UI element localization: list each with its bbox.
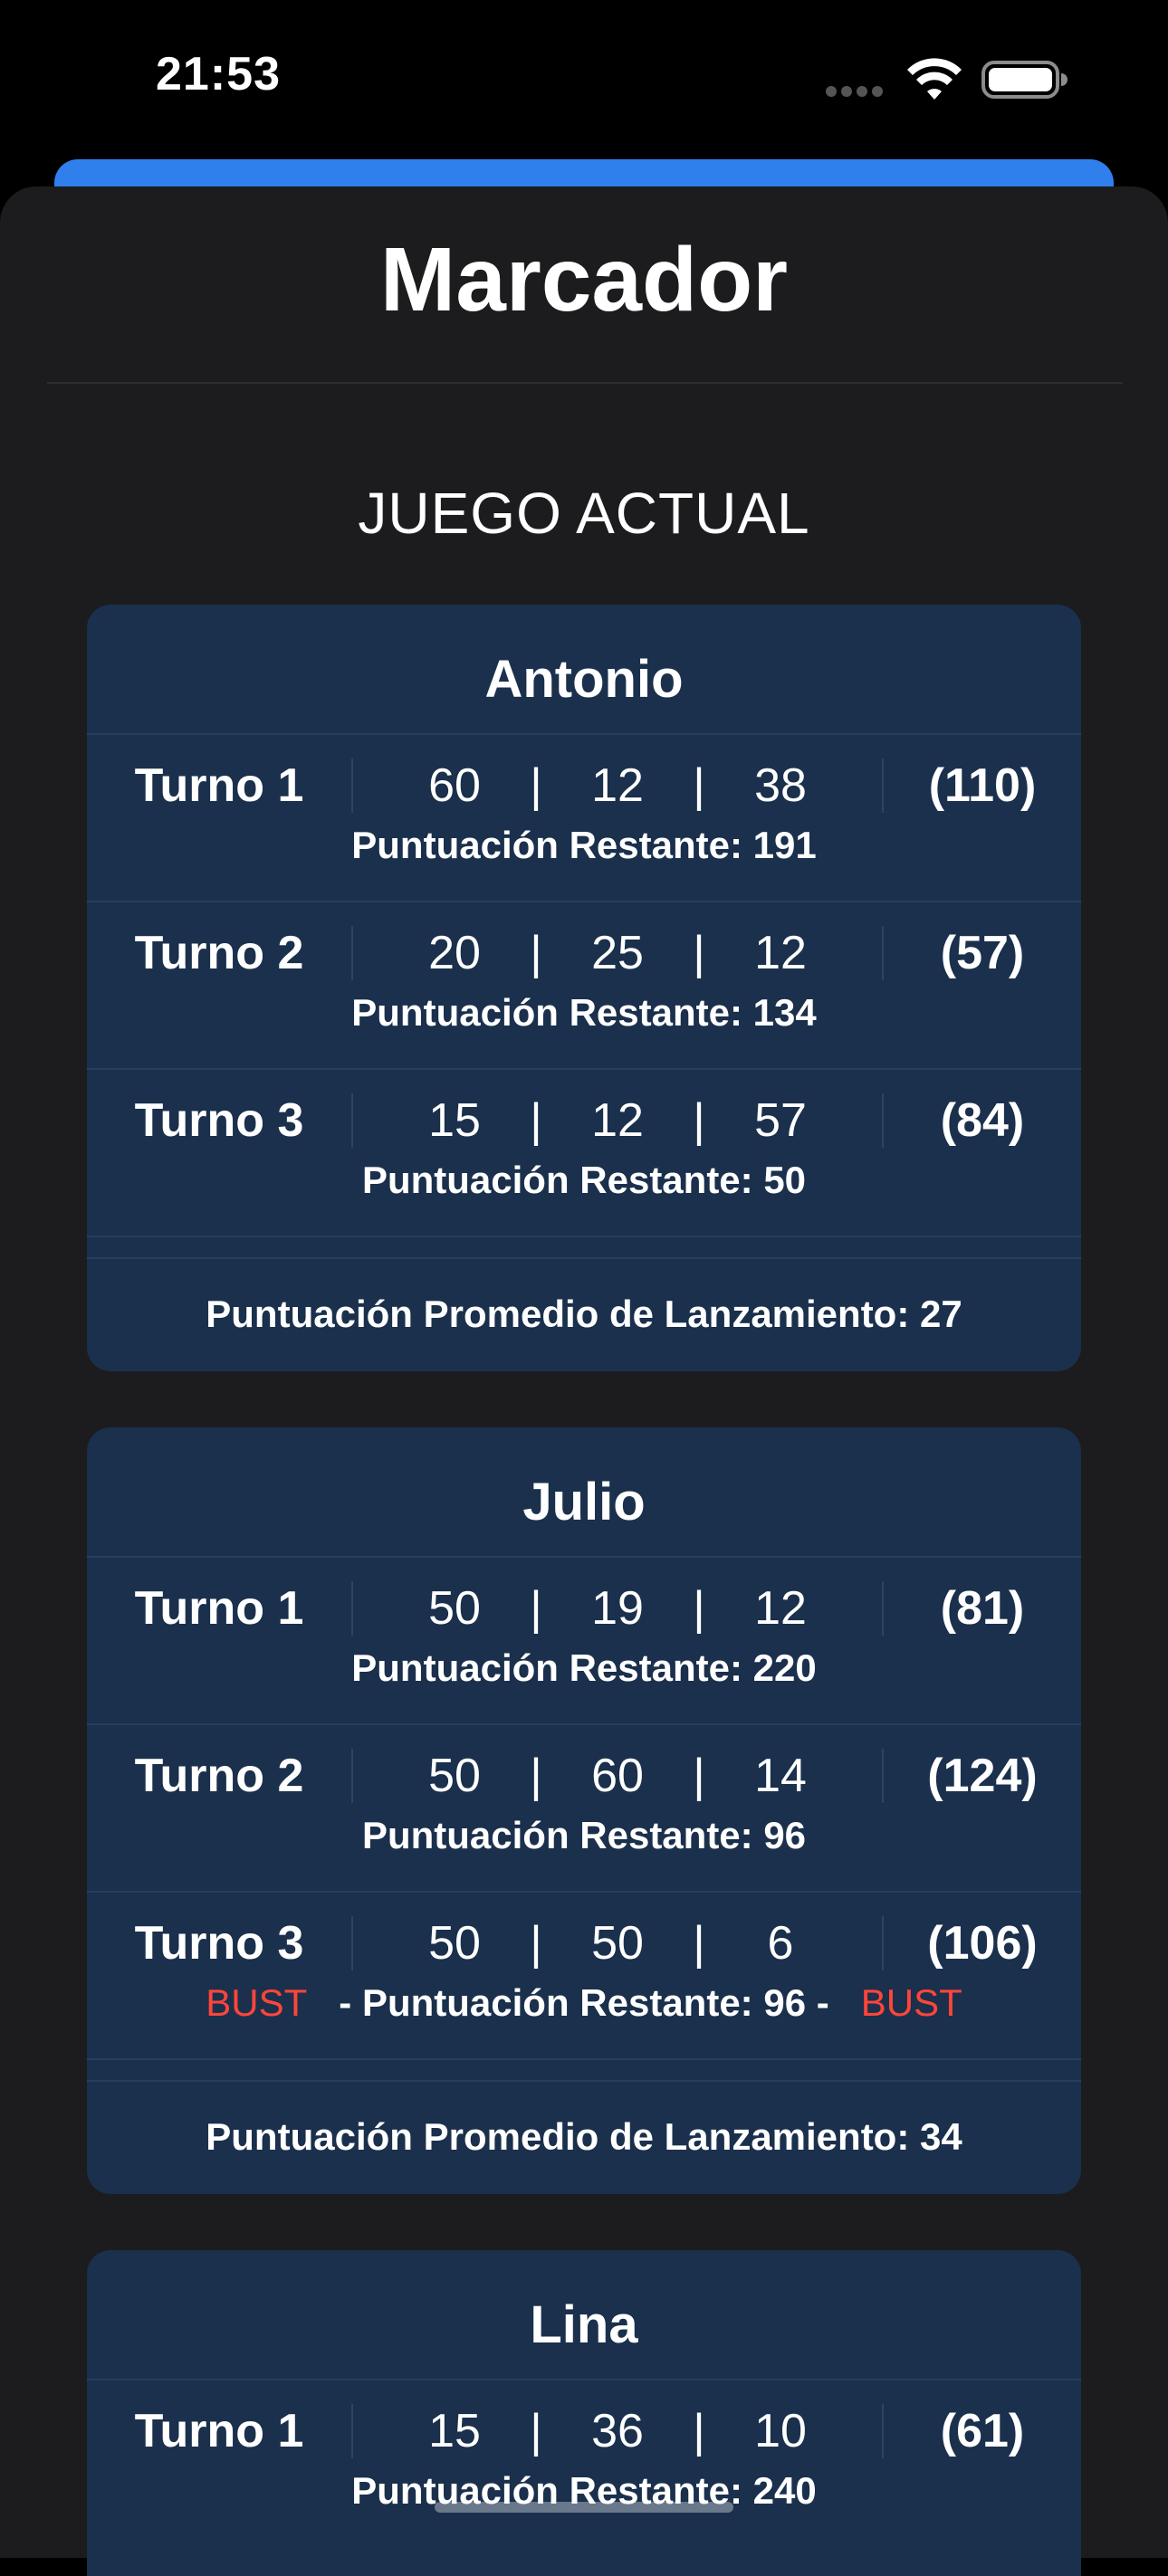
player-card-julio: Julio Turno 1 50 | 19 | 12 (81) Puntuaci… bbox=[87, 1427, 1081, 2194]
scoreboard-sheet[interactable]: Marcador JUEGO ACTUAL Antonio Turno 1 60… bbox=[0, 186, 1168, 2576]
dart-scores: 60 | 12 | 38 bbox=[353, 758, 882, 813]
dart-score: 19 bbox=[591, 1582, 644, 1635]
score-separator: | bbox=[530, 2405, 542, 2457]
turn-row: Turno 2 20 | 25 | 12 (57) Puntuación Res… bbox=[87, 902, 1081, 1070]
dart-score: 12 bbox=[754, 927, 807, 979]
turn-total: (81) bbox=[940, 1582, 1025, 1635]
score-separator: | bbox=[693, 927, 705, 979]
dart-score: 15 bbox=[428, 2405, 481, 2457]
player-name: Lina bbox=[87, 2250, 1081, 2380]
turn-row: Turno 1 60 | 12 | 38 (110) Puntuación Re… bbox=[87, 735, 1081, 902]
turn-label: Turno 1 bbox=[134, 759, 304, 812]
dart-score: 10 bbox=[754, 2405, 807, 2457]
remaining-score: Puntuación Restante: 96 bbox=[361, 1814, 807, 1856]
player-card-lina: Lina Turno 1 15 | 36 | 10 (61) Puntuació… bbox=[87, 2250, 1081, 2576]
turn-label: Turno 3 bbox=[134, 1917, 304, 1970]
remaining-score: Puntuación Restante: 220 bbox=[351, 1646, 817, 1689]
player-name: Antonio bbox=[87, 605, 1081, 735]
home-indicator[interactable] bbox=[435, 2502, 733, 2513]
dart-score: 60 bbox=[428, 759, 481, 812]
turn-label: Turno 2 bbox=[134, 1750, 304, 1802]
cellular-signal-icon bbox=[826, 85, 889, 98]
score-separator: | bbox=[530, 1094, 542, 1147]
dart-score: 6 bbox=[767, 1917, 794, 1970]
turn-row: Turno 2 50 | 60 | 14 (124) Puntuación Re… bbox=[87, 1725, 1081, 1893]
turn-total: (84) bbox=[940, 1094, 1025, 1147]
dart-scores: 50 | 60 | 14 bbox=[353, 1749, 882, 1803]
status-time: 21:53 bbox=[156, 48, 281, 100]
remaining-score: - Puntuación Restante: 96 - bbox=[339, 1981, 829, 2024]
dart-score: 50 bbox=[428, 1750, 481, 1802]
remaining-score-bust: BUST - Puntuación Restante: 96 - BUST bbox=[87, 1981, 1081, 2025]
row-divider bbox=[87, 2060, 1081, 2082]
row-divider bbox=[87, 1237, 1081, 1259]
dart-scores: 50 | 50 | 6 bbox=[353, 1916, 882, 1970]
dart-score: 12 bbox=[591, 1094, 644, 1147]
score-separator: | bbox=[693, 1750, 705, 1802]
average-score: Puntuación Promedio de Lanzamiento: 27 bbox=[206, 1293, 962, 1335]
dart-score: 38 bbox=[754, 759, 807, 812]
turn-total: (106) bbox=[927, 1917, 1038, 1970]
dart-score: 25 bbox=[591, 927, 644, 979]
battery-icon bbox=[981, 61, 1067, 99]
score-separator: | bbox=[693, 2405, 705, 2457]
turn-label: Turno 3 bbox=[134, 1094, 304, 1147]
score-separator: | bbox=[530, 759, 542, 812]
dart-score: 50 bbox=[428, 1582, 481, 1635]
status-bar: 21:53 bbox=[0, 0, 1168, 163]
score-separator: | bbox=[693, 759, 705, 812]
average-score: Puntuación Promedio de Lanzamiento: 34 bbox=[206, 2115, 962, 2158]
score-separator: | bbox=[530, 1917, 542, 1970]
dart-scores: 50 | 19 | 12 bbox=[353, 1581, 882, 1636]
turn-row: Turno 3 15 | 12 | 57 (84) Puntuación Res… bbox=[87, 1070, 1081, 1237]
turn-label: Turno 2 bbox=[134, 927, 304, 979]
turn-total: (61) bbox=[940, 2405, 1025, 2457]
turn-row: Turno 1 15 | 36 | 10 (61) Puntuación Res… bbox=[87, 2380, 1081, 2548]
score-separator: | bbox=[693, 1582, 705, 1635]
dart-score: 50 bbox=[428, 1917, 481, 1970]
wifi-icon bbox=[907, 58, 962, 100]
remaining-score: Puntuación Restante: 50 bbox=[361, 1159, 807, 1201]
bust-label: BUST bbox=[860, 1981, 962, 2024]
remaining-score: Puntuación Restante: 191 bbox=[351, 824, 817, 866]
remaining-score: Puntuación Restante: 134 bbox=[351, 991, 817, 1034]
dart-score: 60 bbox=[591, 1750, 644, 1802]
section-header: JUEGO ACTUAL bbox=[358, 481, 810, 546]
dart-score: 36 bbox=[591, 2405, 644, 2457]
score-separator: | bbox=[530, 1750, 542, 1802]
dart-score: 12 bbox=[754, 1582, 807, 1635]
page-title: Marcador bbox=[379, 229, 789, 330]
score-separator: | bbox=[530, 1582, 542, 1635]
score-separator: | bbox=[693, 1917, 705, 1970]
dart-score: 14 bbox=[754, 1750, 807, 1802]
turn-row: Turno 1 50 | 19 | 12 (81) Puntuación Res… bbox=[87, 1558, 1081, 1725]
bust-label: BUST bbox=[206, 1981, 308, 2024]
dart-scores: 20 | 25 | 12 bbox=[353, 926, 882, 980]
turn-total: (110) bbox=[928, 759, 1037, 812]
turn-total: (124) bbox=[927, 1750, 1038, 1802]
dart-score: 15 bbox=[428, 1094, 481, 1147]
dart-score: 12 bbox=[591, 759, 644, 812]
score-separator: | bbox=[530, 927, 542, 979]
score-separator: | bbox=[693, 1094, 705, 1147]
title-divider bbox=[47, 382, 1123, 384]
turn-label: Turno 1 bbox=[134, 1582, 304, 1635]
dart-scores: 15 | 36 | 10 bbox=[353, 2404, 882, 2458]
dart-score: 57 bbox=[754, 1094, 807, 1147]
turn-total: (57) bbox=[940, 927, 1025, 979]
player-name: Julio bbox=[87, 1427, 1081, 1558]
dart-score: 20 bbox=[428, 927, 481, 979]
player-card-antonio: Antonio Turno 1 60 | 12 | 38 (110) Puntu… bbox=[87, 605, 1081, 1371]
turn-label: Turno 1 bbox=[134, 2405, 304, 2457]
turn-row: Turno 3 50 | 50 | 6 (106) BUST - Puntuac… bbox=[87, 1893, 1081, 2060]
dart-score: 50 bbox=[591, 1917, 644, 1970]
dart-scores: 15 | 12 | 57 bbox=[353, 1093, 882, 1148]
